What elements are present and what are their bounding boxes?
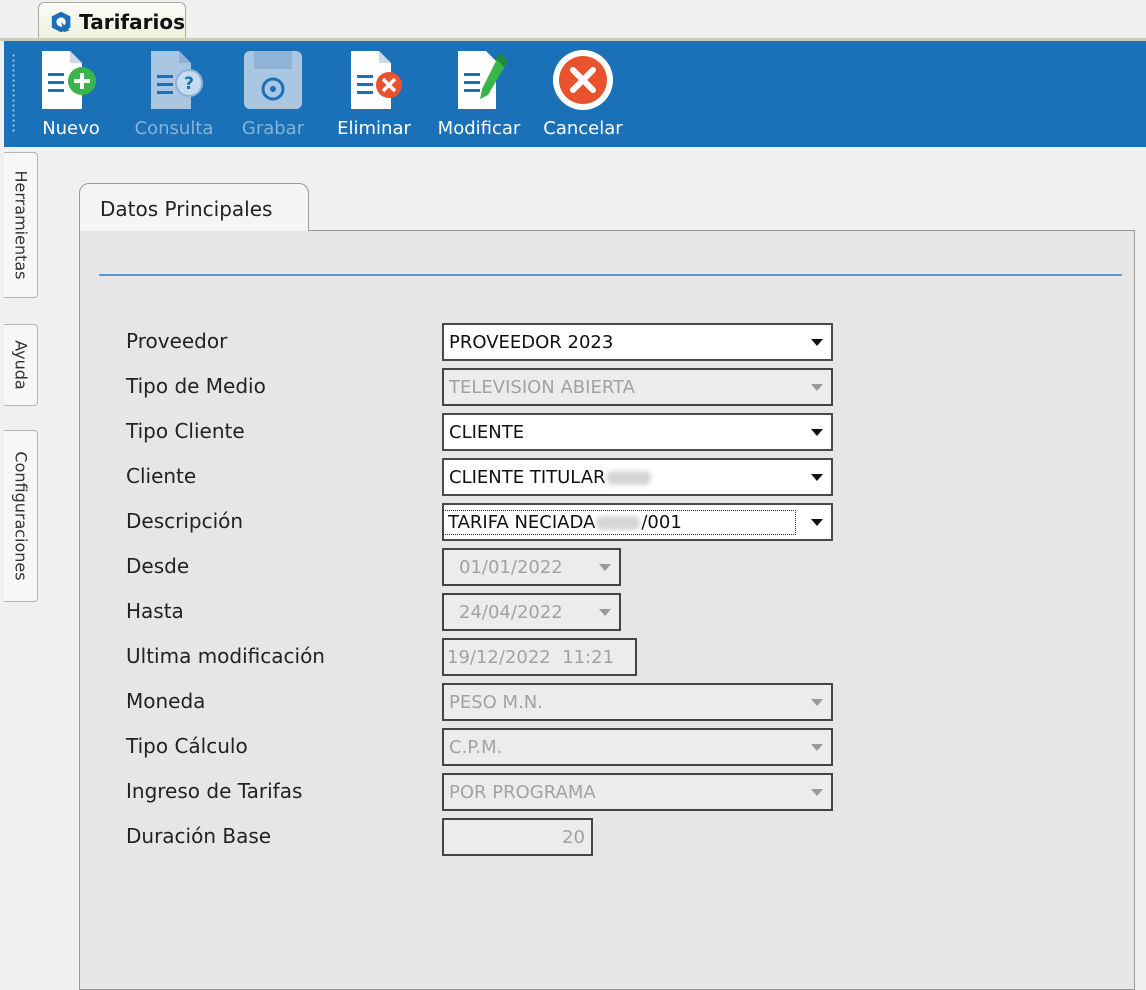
ultima-modificacion-field[interactable]: 19/12/2022 11:21: [442, 638, 637, 676]
chevron-down-icon[interactable]: [803, 460, 831, 494]
desde-date-picker[interactable]: 01/01/2022: [442, 548, 621, 586]
chevron-down-icon[interactable]: [803, 775, 831, 809]
descripcion-value: TARIFA NECIADA/001: [442, 509, 796, 535]
chevron-down-icon[interactable]: [591, 550, 619, 584]
cliente-select[interactable]: CLIENTE TITULAR: [442, 458, 833, 496]
grabar-button[interactable]: Grabar: [238, 47, 308, 143]
sidetab-ayuda[interactable]: Ayuda: [4, 324, 38, 406]
tipo-calculo-value: C.P.M.: [449, 736, 503, 758]
window-tab-tarifarios[interactable]: Tarifarios: [38, 2, 186, 40]
nuevo-label: Nuevo: [42, 118, 100, 139]
sidetab-herramientas-label: Herramientas: [11, 170, 30, 280]
duracion-base-value: 20: [562, 826, 585, 848]
tipo-calculo-label: Tipo Cálculo: [126, 734, 248, 758]
chevron-down-icon[interactable]: [591, 595, 619, 629]
hasta-date-picker[interactable]: 24/04/2022: [442, 593, 621, 631]
descripcion-label: Descripción: [126, 509, 244, 533]
chevron-down-icon[interactable]: [803, 505, 831, 539]
ultima-modificacion-value: 19/12/2022 11:21: [447, 646, 615, 668]
tab-datos-principales-label: Datos Principales: [100, 197, 273, 221]
toolbar-grip[interactable]: [12, 53, 15, 133]
toolbar: Nuevo ? Consulta Grabar Eliminar Modific…: [4, 41, 1146, 147]
modificar-label: Modificar: [437, 118, 521, 139]
descripcion-select[interactable]: TARIFA NECIADA/001: [442, 503, 833, 541]
moneda-label: Moneda: [126, 689, 206, 713]
sidetab-configuraciones-label: Configuraciones: [11, 451, 30, 581]
desde-label: Desde: [126, 554, 190, 578]
nuevo-button[interactable]: Nuevo: [36, 47, 106, 143]
proveedor-value: PROVEEDOR 2023: [449, 331, 614, 353]
sidetab-ayuda-label: Ayuda: [11, 340, 30, 390]
tab-datos-principales[interactable]: Datos Principales: [79, 183, 309, 231]
moneda-select[interactable]: PESO M.N.: [442, 683, 833, 721]
eliminar-button[interactable]: Eliminar: [334, 47, 414, 143]
duracion-base-label: Duración Base: [126, 824, 272, 848]
hasta-label: Hasta: [126, 599, 184, 623]
redacted-text: [596, 515, 641, 530]
tipo-medio-select[interactable]: TELEVISION ABIERTA: [442, 368, 833, 406]
hasta-value: 24/04/2022: [459, 601, 563, 623]
chevron-down-icon[interactable]: [803, 325, 831, 359]
tipo-medio-label: Tipo de Medio: [126, 374, 266, 398]
window-tab-title: Tarifarios: [79, 9, 185, 34]
cancelar-label: Cancelar: [543, 118, 623, 139]
cancelar-button[interactable]: Cancelar: [540, 47, 626, 143]
tipo-cliente-select[interactable]: CLIENTE: [442, 413, 833, 451]
duracion-base-input[interactable]: 20: [442, 818, 593, 856]
moneda-value: PESO M.N.: [449, 691, 543, 713]
ingreso-tarifas-select[interactable]: POR PROGRAMA: [442, 773, 833, 811]
cliente-value: CLIENTE TITULAR: [444, 467, 652, 488]
chevron-down-icon[interactable]: [803, 415, 831, 449]
section-divider: [99, 274, 1122, 276]
sidetab-configuraciones[interactable]: Configuraciones: [4, 430, 38, 602]
redacted-text: [606, 470, 651, 485]
consulta-label: Consulta: [134, 118, 214, 139]
proveedor-select[interactable]: PROVEEDOR 2023: [442, 323, 833, 361]
desde-value: 01/01/2022: [459, 556, 563, 578]
svg-text:?: ?: [184, 74, 194, 94]
ingreso-tarifas-value: POR PROGRAMA: [449, 781, 596, 803]
grabar-label: Grabar: [241, 118, 305, 139]
new-document-icon: [42, 51, 96, 109]
cliente-label: Cliente: [126, 464, 197, 488]
tipo-cliente-label: Tipo Cliente: [126, 419, 245, 443]
tipo-cliente-value: CLIENTE: [449, 421, 525, 443]
save-disk-icon: [244, 51, 302, 109]
chevron-down-icon[interactable]: [803, 370, 831, 404]
chevron-down-icon[interactable]: [803, 730, 831, 764]
chevron-down-icon[interactable]: [803, 685, 831, 719]
delete-document-icon: [351, 51, 402, 109]
eliminar-label: Eliminar: [337, 118, 411, 139]
edit-document-icon: [458, 51, 508, 109]
modificar-button[interactable]: Modificar: [434, 47, 524, 143]
query-document-icon: ?: [151, 51, 203, 109]
cancel-icon: [553, 50, 613, 110]
tipo-medio-value: TELEVISION ABIERTA: [449, 376, 635, 398]
app-logo-icon: [51, 11, 71, 32]
sidetab-herramientas[interactable]: Herramientas: [4, 152, 38, 298]
proveedor-label: Proveedor: [126, 329, 228, 353]
ingreso-tarifas-label: Ingreso de Tarifas: [126, 779, 303, 803]
tipo-calculo-select[interactable]: C.P.M.: [442, 728, 833, 766]
consulta-button[interactable]: ? Consulta: [134, 47, 214, 143]
ultima-modificacion-label: Ultima modificación: [126, 644, 325, 668]
